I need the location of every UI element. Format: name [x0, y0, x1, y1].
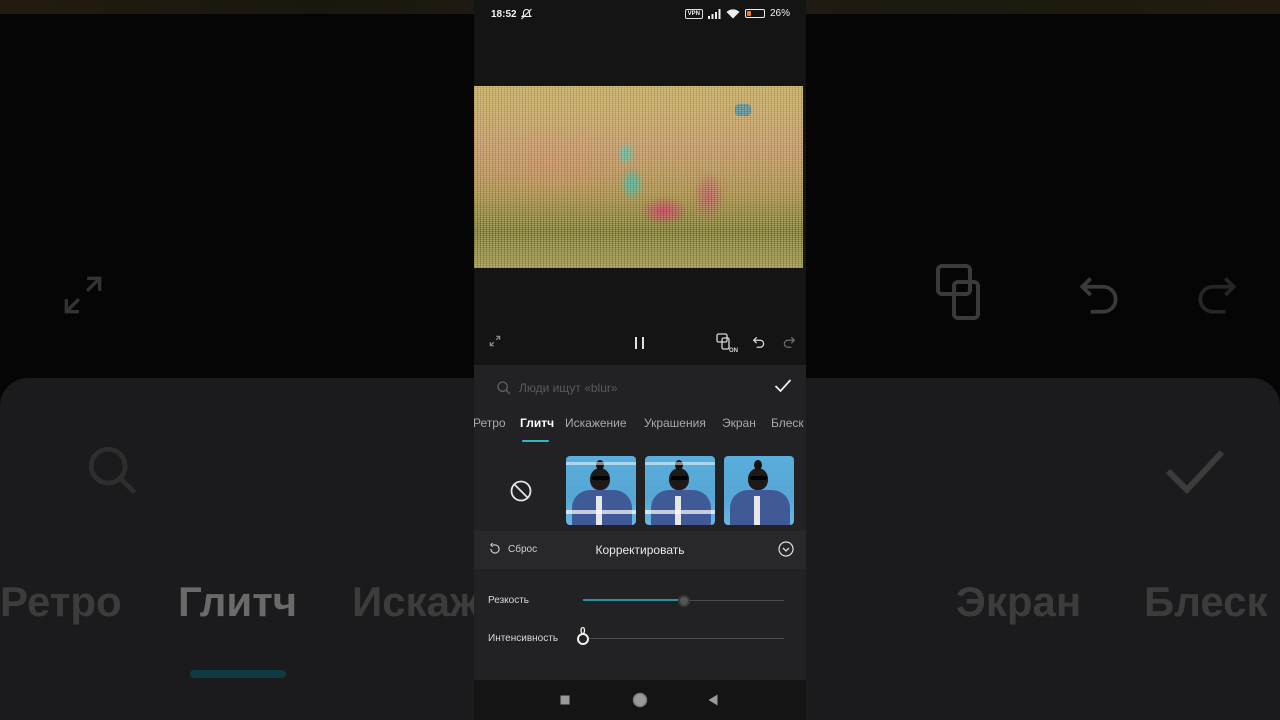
bg-search-icon [88, 446, 137, 495]
bg-tab-underline [190, 670, 286, 678]
battery-icon [744, 9, 765, 18]
slider-fill [583, 599, 684, 601]
thumb-figure-body [572, 490, 632, 525]
bg-redo-icon [1198, 277, 1237, 314]
slider-label: Интенсивность [488, 633, 559, 644]
effect-thumbnail[interactable] [724, 456, 794, 525]
circle-icon[interactable] [632, 692, 648, 708]
adjust-header: Сброс Корректировать [474, 531, 806, 569]
svg-text:ON: ON [729, 348, 738, 353]
sharpness-slider-row: Резкость [488, 591, 793, 611]
intensity-slider-row: Интенсивность 0 [488, 626, 793, 649]
phone-screen: 18:52 VPN 26% ON Люди ищут «blur» Ретро … [474, 0, 806, 720]
vpn-icon: VPN [684, 8, 703, 19]
tab-glitch[interactable]: Глитч [520, 416, 554, 430]
bg-check-icon [1165, 450, 1225, 495]
square-icon[interactable] [560, 695, 570, 705]
effects-panel: Ретро Глитч Искажение Украшения Экран Бл… [474, 365, 806, 680]
undo-icon[interactable] [752, 335, 766, 349]
slider-label: Резкость [488, 595, 529, 606]
pause-icon[interactable] [634, 336, 646, 350]
tab-retro[interactable]: Ретро [474, 416, 506, 430]
battery-percent: 26% [769, 8, 790, 19]
thumb-figure-shirt [596, 496, 602, 525]
tab-distortion[interactable]: Искажение [565, 416, 627, 430]
sharpness-slider[interactable] [583, 595, 784, 607]
active-tab-underline [522, 440, 549, 442]
compare-on-icon[interactable]: ON [716, 333, 738, 353]
confirm-check-icon[interactable] [774, 378, 792, 394]
bg-tab: Блеск [1144, 578, 1268, 625]
tab-screen[interactable]: Экран [722, 416, 756, 430]
status-time: 18:52 [491, 9, 517, 20]
thumb-figure-glasses [592, 476, 609, 480]
bg-tab-active: Глитч [178, 578, 298, 625]
status-icons: VPN 26% [684, 8, 790, 19]
intensity-slider[interactable]: 0 [577, 626, 784, 645]
thumb-figure-hair [675, 460, 683, 470]
effects-list [474, 456, 806, 526]
thumb-figure-body [730, 490, 790, 525]
bg-tab: Экран [956, 578, 1082, 625]
slider-value: 0 [580, 626, 586, 637]
chevron-down-icon[interactable] [778, 541, 794, 557]
effect-thumbnail[interactable] [566, 456, 636, 525]
tab-decorations[interactable]: Украшения [644, 416, 706, 430]
wifi-icon [726, 8, 740, 18]
search-icon [497, 381, 511, 395]
battery-level [746, 11, 751, 16]
search-input[interactable] [519, 381, 719, 395]
thumb-figure-shirt [754, 496, 760, 525]
adjust-title: Корректировать [595, 543, 685, 557]
thumb-figure-glasses [671, 476, 688, 480]
bg-undo-icon [1079, 277, 1118, 314]
effect-thumbnail[interactable] [645, 456, 715, 525]
slider-knob[interactable] [677, 595, 690, 607]
thumb-figure-body [651, 490, 711, 525]
system-nav-bar [474, 680, 806, 720]
search-bar[interactable] [496, 380, 719, 396]
status-bar: 18:52 VPN 26% [474, 0, 806, 30]
signal-icon [707, 8, 721, 19]
none-icon[interactable] [509, 479, 533, 503]
bg-compare-icon [936, 264, 980, 320]
tab-glitter[interactable]: Блеск [771, 416, 804, 430]
thumb-figure-shirt [675, 496, 681, 525]
thumb-figure-hair [754, 460, 762, 470]
fullscreen-icon[interactable] [488, 334, 502, 348]
video-preview[interactable] [474, 86, 803, 268]
glitch-noise-overlay [474, 86, 803, 268]
bg-fullscreen-icon [64, 276, 102, 314]
thumb-figure-glasses [750, 476, 767, 480]
bg-tab: Ретро [0, 578, 122, 625]
thumb-figure-hair [596, 460, 604, 470]
redo-icon[interactable] [782, 335, 796, 349]
screen: Ретро Глитч Искажение Экран Блеск 18:52 … [0, 0, 1280, 720]
mute-icon [520, 8, 533, 20]
back-triangle-icon[interactable] [708, 694, 718, 706]
